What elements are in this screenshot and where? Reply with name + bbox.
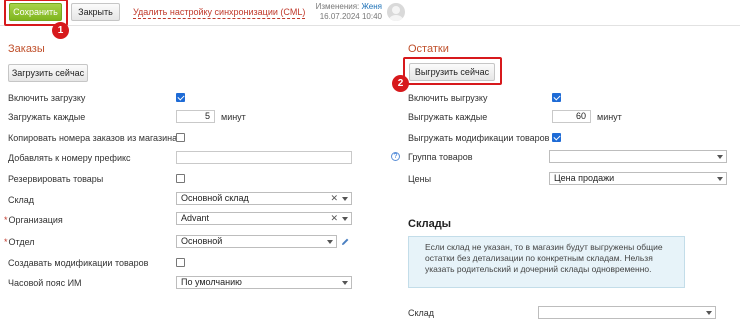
close-button[interactable]: Закрыть xyxy=(71,3,120,21)
warehouses-title: Склады xyxy=(408,218,452,230)
marker-2: 2 xyxy=(392,75,409,92)
highlight-export xyxy=(403,57,502,85)
load-every-unit: минут xyxy=(221,112,246,122)
org-select[interactable]: Advant ✕ xyxy=(176,212,352,225)
org-label-text: Организация xyxy=(8,215,63,225)
top-toolbar: Сохранить Закрыть Удалить настройку синх… xyxy=(0,0,740,26)
prices-select[interactable]: Цена продажи xyxy=(549,172,727,185)
timezone-label: Часовой пояс ИМ xyxy=(8,278,82,288)
warehouse-label: Склад xyxy=(8,195,35,205)
clear-icon[interactable]: ✕ xyxy=(330,213,338,224)
dept-label-text: Отдел xyxy=(8,237,35,247)
export-every-label: Выгружать каждые xyxy=(408,112,488,122)
load-every-label: Загружать каждые xyxy=(8,112,86,122)
chevron-down-icon[interactable] xyxy=(706,311,712,315)
avatar-head xyxy=(392,6,400,14)
avatar[interactable] xyxy=(387,3,405,21)
enable-export-label: Включить выгрузку xyxy=(408,93,488,103)
delete-sync-link[interactable]: Удалить настройку синхронизации (CML) xyxy=(133,7,306,19)
load-every-input[interactable]: 5 xyxy=(176,110,215,123)
copy-numbers-label: Копировать номера заказов из магазина xyxy=(8,133,178,143)
orders-title: Заказы xyxy=(8,43,45,55)
warehouse-stock-select[interactable] xyxy=(538,306,716,319)
warehouse-select[interactable]: Основной склад ✕ xyxy=(176,192,352,205)
group-label: Группа товаров xyxy=(408,152,473,162)
stocks-title: Остатки xyxy=(408,43,449,55)
chevron-down-icon[interactable] xyxy=(342,197,348,201)
required-mark: * xyxy=(4,237,8,247)
warehouse-value: Основной склад xyxy=(181,193,249,203)
changes-prefix: Изменения: xyxy=(315,2,360,11)
org-value: Advant xyxy=(181,213,210,223)
dept-value: Основной xyxy=(181,236,223,246)
chevron-down-icon[interactable] xyxy=(342,281,348,285)
changes-info: Изменения: Женя 16.07.2024 10:40 xyxy=(300,2,382,22)
prices-value: Цена продажи xyxy=(554,173,615,183)
help-icon[interactable]: ? xyxy=(391,152,400,161)
prefix-label: Добавлять к номеру префикс xyxy=(8,153,131,163)
chevron-down-icon[interactable] xyxy=(342,217,348,221)
clear-icon[interactable]: ✕ xyxy=(330,193,338,204)
group-select[interactable] xyxy=(549,150,727,163)
chevron-down-icon[interactable] xyxy=(327,240,333,244)
required-mark: * xyxy=(4,215,8,225)
enable-load-checkbox[interactable] xyxy=(176,93,185,102)
changes-user-link[interactable]: Женя xyxy=(362,2,383,11)
export-every-input[interactable]: 60 xyxy=(552,110,591,123)
changes-date: 16.07.2024 10:40 xyxy=(319,12,382,21)
org-label: *Организация xyxy=(4,215,63,225)
marker-1: 1 xyxy=(52,22,69,39)
prices-label: Цены xyxy=(408,174,432,184)
dept-label: *Отдел xyxy=(4,237,35,247)
enable-export-checkbox[interactable] xyxy=(552,93,561,102)
timezone-value: По умолчанию xyxy=(181,277,242,287)
enable-load-label: Включить загрузку xyxy=(8,93,86,103)
export-every-unit: минут xyxy=(597,112,622,122)
dept-select[interactable]: Основной xyxy=(176,235,337,248)
export-mods-checkbox[interactable] xyxy=(552,133,561,142)
warehouse-stock-label: Склад xyxy=(408,308,435,318)
export-mods-label: Выгружать модификации товаров xyxy=(408,133,550,143)
pencil-icon[interactable] xyxy=(340,237,350,247)
timezone-select[interactable]: По умолчанию xyxy=(176,276,352,289)
create-mods-checkbox[interactable] xyxy=(176,258,185,267)
reserve-checkbox[interactable] xyxy=(176,174,185,183)
create-mods-label: Создавать модификации товаров xyxy=(8,258,149,268)
warehouses-info: Если склад не указан, то в магазин будут… xyxy=(408,236,685,288)
avatar-body xyxy=(389,15,403,21)
chevron-down-icon[interactable] xyxy=(717,155,723,159)
reserve-label: Резервировать товары xyxy=(8,174,104,184)
copy-numbers-checkbox[interactable] xyxy=(176,133,185,142)
chevron-down-icon[interactable] xyxy=(717,177,723,181)
prefix-input[interactable] xyxy=(176,151,352,164)
load-now-button[interactable]: Загрузить сейчас xyxy=(8,64,88,82)
